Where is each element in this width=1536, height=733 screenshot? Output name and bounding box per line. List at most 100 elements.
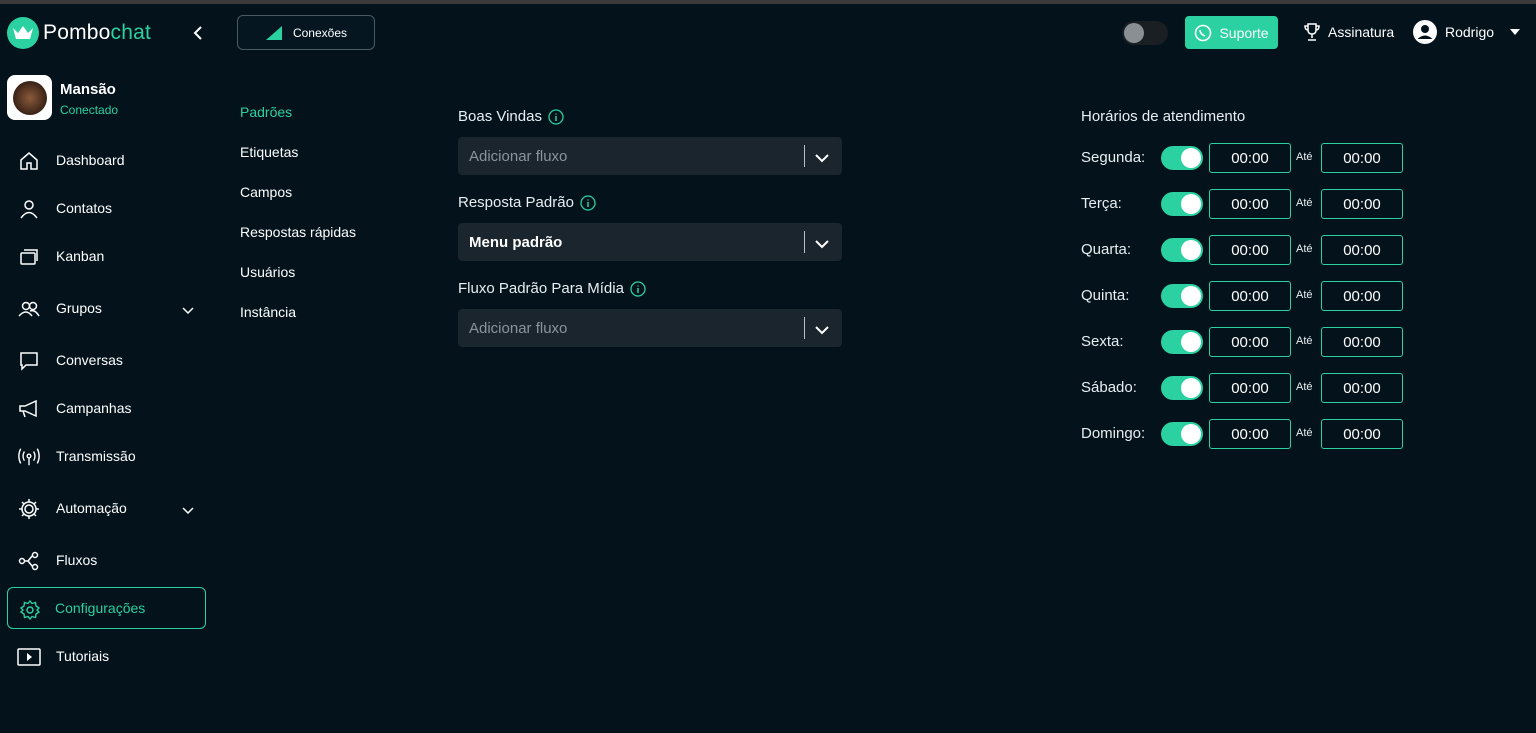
time-from-input[interactable]: 00:00 <box>1209 235 1291 265</box>
sidebar-item-kanban[interactable]: Kanban <box>7 235 206 277</box>
ate-label: Até <box>1296 197 1313 209</box>
conexoes-label: Conexões <box>292 25 348 40</box>
sidebar-item-tutoriais[interactable]: Tutoriais <box>7 635 206 677</box>
settings-tab-padroes[interactable]: Padrões <box>240 104 292 120</box>
sidebar-item-fluxos[interactable]: Fluxos <box>7 539 206 581</box>
sidebar-item-automacao[interactable]: Automação <box>7 487 206 529</box>
settings-tab-instancia[interactable]: Instância <box>240 304 296 320</box>
day-toggle[interactable] <box>1161 238 1203 262</box>
time-to-input[interactable]: 00:00 <box>1321 235 1403 265</box>
suporte-label: Suporte <box>1219 24 1269 41</box>
user-icon <box>17 197 41 221</box>
settings-tab-campos[interactable]: Campos <box>240 184 292 200</box>
group-icon <box>17 297 41 321</box>
theme-toggle[interactable] <box>1122 21 1168 45</box>
instance-card[interactable]: Mansão Conectado <box>7 75 118 120</box>
settings-icon <box>18 598 42 622</box>
select-separator <box>804 145 805 167</box>
info-icon[interactable] <box>580 194 596 211</box>
sidebar-item-campanhas[interactable]: Campanhas <box>7 387 206 429</box>
chevron-down-icon <box>182 502 194 520</box>
suporte-button[interactable]: Suporte <box>1185 16 1278 49</box>
day-label: Domingo: <box>1081 425 1146 442</box>
collapse-sidebar-icon[interactable] <box>189 23 207 43</box>
time-to-input[interactable]: 00:00 <box>1321 189 1403 219</box>
resposta-padrao-value: Menu padrão <box>469 234 563 251</box>
app-logo[interactable]: Pombochat <box>7 17 151 49</box>
day-toggle[interactable] <box>1161 192 1203 216</box>
boas-vindas-label: Boas Vindas <box>458 108 564 125</box>
day-toggle[interactable] <box>1161 330 1203 354</box>
fluxo-midia-label: Fluxo Padrão Para Mídia <box>458 280 646 297</box>
instance-name: Mansão <box>60 81 116 98</box>
day-toggle[interactable] <box>1161 146 1203 170</box>
ate-label: Até <box>1296 335 1313 347</box>
day-toggle[interactable] <box>1161 422 1203 446</box>
sidebar-item-conversas[interactable]: Conversas <box>7 339 206 381</box>
select-separator <box>804 231 805 253</box>
pigeon-logo-icon <box>7 17 39 49</box>
broadcast-icon <box>17 445 41 469</box>
chevron-down-icon[interactable] <box>815 150 829 168</box>
whatsapp-icon <box>1195 24 1212 41</box>
settings-tab-usuarios[interactable]: Usuários <box>240 264 295 280</box>
hours-title: Horários de atendimento <box>1081 108 1246 125</box>
time-from-input[interactable]: 00:00 <box>1209 143 1291 173</box>
settings-tab-respostas-rapidas[interactable]: Respostas rápidas <box>240 224 356 240</box>
ate-label: Até <box>1296 427 1313 439</box>
chevron-down-icon <box>182 302 194 320</box>
user-name: Rodrigo <box>1445 24 1495 40</box>
ate-label: Até <box>1296 381 1313 393</box>
home-icon <box>17 149 41 173</box>
sidebar-item-configuracoes[interactable]: Configurações <box>7 587 206 629</box>
assinatura-button[interactable]: Assinatura <box>1302 22 1394 42</box>
info-icon[interactable] <box>548 108 564 125</box>
sidebar-item-dashboard[interactable]: Dashboard <box>7 139 206 181</box>
time-from-input[interactable]: 00:00 <box>1209 327 1291 357</box>
play-icon <box>17 645 41 669</box>
instance-status: Conectado <box>60 103 119 117</box>
time-from-input[interactable]: 00:00 <box>1209 281 1291 311</box>
time-to-input[interactable]: 00:00 <box>1321 281 1403 311</box>
account-icon <box>1413 20 1437 44</box>
conexoes-button[interactable]: Conexões <box>237 15 375 50</box>
app-name: Pombochat <box>43 21 152 44</box>
flow-icon <box>17 549 41 573</box>
time-to-input[interactable]: 00:00 <box>1321 327 1403 357</box>
resposta-padrao-select[interactable]: Menu padrão <box>458 223 842 261</box>
megaphone-icon <box>17 397 41 421</box>
chevron-down-icon[interactable] <box>815 236 829 254</box>
time-from-input[interactable]: 00:00 <box>1209 189 1291 219</box>
ate-label: Até <box>1296 151 1313 163</box>
instance-avatar <box>7 75 52 120</box>
day-label: Segunda: <box>1081 149 1146 166</box>
time-to-input[interactable]: 00:00 <box>1321 419 1403 449</box>
fluxo-midia-select[interactable]: Adicionar fluxo <box>458 309 842 347</box>
sidebar-item-transmissao[interactable]: Transmissão <box>7 435 206 477</box>
day-label: Quinta: <box>1081 287 1130 304</box>
time-to-input[interactable]: 00:00 <box>1321 373 1403 403</box>
ate-label: Até <box>1296 289 1313 301</box>
day-label: Terça: <box>1081 195 1122 212</box>
caret-down-icon <box>1510 29 1521 35</box>
chevron-down-icon[interactable] <box>815 322 829 340</box>
select-separator <box>804 317 805 339</box>
day-toggle[interactable] <box>1161 284 1203 308</box>
user-menu[interactable]: Rodrigo <box>1413 20 1521 44</box>
info-icon[interactable] <box>630 280 646 297</box>
time-from-input[interactable]: 00:00 <box>1209 419 1291 449</box>
settings-tab-etiquetas[interactable]: Etiquetas <box>240 144 298 160</box>
sidebar-item-grupos[interactable]: Grupos <box>7 287 206 329</box>
resposta-padrao-label: Resposta Padrão <box>458 194 596 211</box>
day-toggle[interactable] <box>1161 376 1203 400</box>
day-label: Sexta: <box>1081 333 1124 350</box>
ate-label: Até <box>1296 243 1313 255</box>
gear-cog-icon <box>17 497 41 521</box>
kanban-icon <box>17 245 41 269</box>
assinatura-label: Assinatura <box>1328 24 1395 40</box>
time-to-input[interactable]: 00:00 <box>1321 143 1403 173</box>
sidebar-item-contatos[interactable]: Contatos <box>7 187 206 229</box>
boas-vindas-select[interactable]: Adicionar fluxo <box>458 137 842 175</box>
window-top-border <box>0 0 1536 4</box>
time-from-input[interactable]: 00:00 <box>1209 373 1291 403</box>
